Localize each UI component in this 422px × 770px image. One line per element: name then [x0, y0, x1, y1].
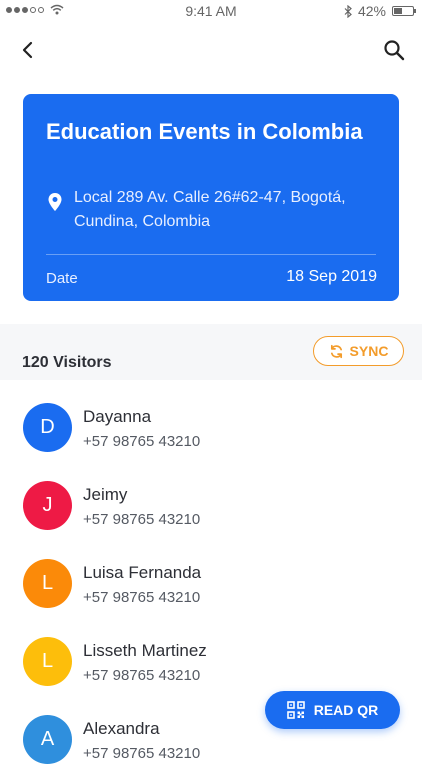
visitors-count: 120 Visitors: [22, 354, 112, 371]
visitor-phone: +57 98765 43210: [83, 589, 201, 606]
battery-fill: [394, 8, 402, 14]
visitor-phone: +57 98765 43210: [83, 511, 201, 528]
visitor-phone: +57 98765 43210: [83, 433, 201, 450]
avatar: J: [23, 481, 72, 530]
event-title: Education Events in Colombia: [46, 119, 363, 144]
card-divider: [46, 254, 376, 255]
visitor-name: Dayanna: [83, 407, 152, 426]
list-item[interactable]: D Dayanna +57 98765 43210: [0, 380, 422, 458]
avatar: L: [23, 559, 72, 608]
sync-label: SYNC: [349, 343, 389, 359]
sync-icon: [330, 344, 342, 358]
date-label: Date: [46, 270, 78, 287]
avatar: A: [23, 715, 72, 764]
list-item[interactable]: J Jeimy +57 98765 43210: [0, 458, 422, 536]
visitor-name: Alexandra: [83, 719, 160, 738]
visitor-phone: +57 98765 43210: [83, 667, 201, 684]
visitors-header: 120 Visitors SYNC: [0, 324, 422, 380]
event-card: Education Events in Colombia Local 289 A…: [23, 94, 399, 301]
status-bar: 9:41 AM 42%: [0, 0, 422, 24]
location-pin-icon: [48, 193, 62, 211]
list-item[interactable]: L Lisseth Martinez +57 98765 43210: [0, 614, 422, 692]
event-address: Local 289 Av. Calle 26#62-47, Bogotá, Cu…: [74, 189, 346, 230]
read-qr-button[interactable]: READ QR: [265, 691, 400, 729]
avatar: L: [23, 637, 72, 686]
sync-button[interactable]: SYNC: [313, 336, 404, 366]
battery-percent: 42%: [357, 3, 386, 19]
date-value: 18 Sep 2019: [286, 268, 377, 285]
visitor-name: Luisa Fernanda: [83, 563, 202, 582]
visitor-name: Jeimy: [83, 485, 128, 504]
list-item[interactable]: L Luisa Fernanda +57 98765 43210: [0, 536, 422, 614]
visitor-phone: +57 98765 43210: [83, 745, 201, 762]
battery-icon: [392, 6, 416, 16]
read-qr-label: READ QR: [313, 702, 379, 718]
avatar: D: [23, 403, 72, 452]
qr-code-icon: [286, 701, 305, 719]
status-right: 42%: [344, 3, 416, 19]
chevron-left-icon[interactable]: [16, 38, 40, 62]
search-icon[interactable]: [382, 38, 406, 62]
bluetooth-icon: [344, 4, 352, 18]
visitor-name: Lisseth Martinez: [83, 641, 207, 660]
